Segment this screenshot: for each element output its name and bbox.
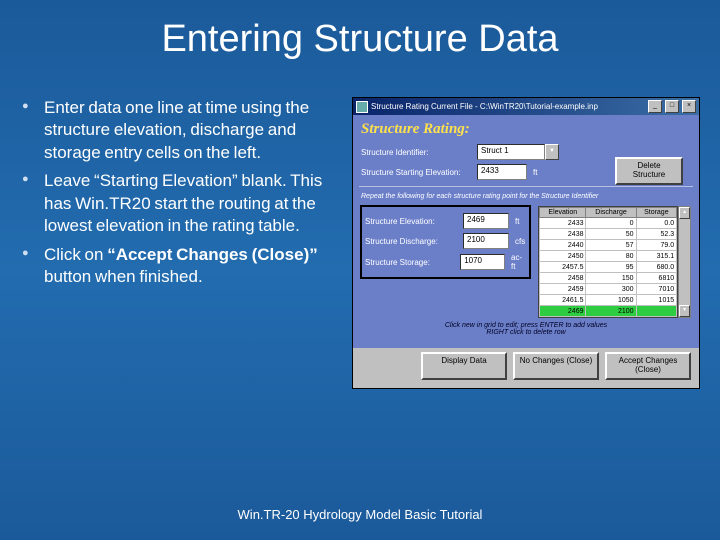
- no-changes-button[interactable]: No Changes (Close): [513, 352, 599, 380]
- rating-table[interactable]: Elevation Discharge Storage 243300.0 243…: [538, 206, 691, 318]
- start-elev-input[interactable]: 2433: [477, 164, 527, 180]
- table-row: 2457.595680.0: [540, 262, 677, 273]
- col-storage: Storage: [636, 208, 677, 218]
- col-discharge: Discharge: [586, 208, 636, 218]
- scrollbar[interactable]: ▲ ▼: [678, 206, 691, 318]
- maximize-icon[interactable]: □: [665, 100, 679, 113]
- table-row-highlight: 24692100: [540, 306, 677, 317]
- store-input[interactable]: 1070: [460, 254, 505, 270]
- elev-label: Structure Elevation:: [365, 217, 457, 226]
- id-combo[interactable]: Struct 1: [477, 144, 545, 160]
- table-row: 24593007010: [540, 284, 677, 295]
- bullet-2: Leave “Starting Elevation” blank. This h…: [40, 170, 340, 237]
- close-icon[interactable]: ×: [682, 100, 696, 113]
- elev-unit: ft: [515, 217, 519, 226]
- delete-structure-button[interactable]: Delete Structure: [615, 157, 683, 185]
- slide-title: Entering Structure Data: [0, 0, 720, 69]
- chevron-down-icon[interactable]: ▼: [545, 144, 559, 160]
- disch-label: Structure Discharge:: [365, 237, 457, 246]
- disch-unit: cfs: [515, 237, 525, 246]
- window-titlebar: Structure Rating Current File - C:\WinTR…: [353, 98, 699, 115]
- slide-footer: Win.TR-20 Hydrology Model Basic Tutorial: [0, 507, 720, 522]
- bold-accept: “Accept Changes (Close)”: [107, 245, 318, 264]
- store-label: Structure Storage:: [365, 258, 454, 267]
- table-row: 243300.0: [540, 218, 677, 229]
- display-data-button[interactable]: Display Data: [421, 352, 507, 380]
- table-row: 245080315.1: [540, 251, 677, 262]
- start-elev-unit: ft: [533, 168, 537, 177]
- table-row: 24405779.0: [540, 240, 677, 251]
- table-row: 24581506810: [540, 273, 677, 284]
- screenshot-window: Structure Rating Current File - C:\WinTR…: [352, 97, 700, 389]
- table-row: 2461.510501015: [540, 295, 677, 306]
- bullet-1: Enter data one line at time using the st…: [40, 97, 340, 164]
- table-row: 24385052.3: [540, 229, 677, 240]
- scroll-down-icon[interactable]: ▼: [679, 305, 690, 317]
- window-title-text: Structure Rating Current File - C:\WinTR…: [371, 102, 598, 111]
- disch-input[interactable]: 2100: [463, 233, 509, 249]
- col-elevation: Elevation: [540, 208, 586, 218]
- bullet-3: Click on “Accept Changes (Close)” button…: [40, 244, 340, 289]
- bullet-list: Enter data one line at time using the st…: [20, 97, 340, 389]
- app-icon: [356, 101, 368, 113]
- repeat-instruction: Repeat the following for each structure …: [361, 193, 691, 200]
- accept-changes-button[interactable]: Accept Changes (Close): [605, 352, 691, 380]
- slide-content: Enter data one line at time using the st…: [0, 69, 720, 389]
- form-heading: Structure Rating:: [361, 121, 691, 138]
- store-unit: ac-ft: [511, 253, 526, 271]
- scroll-up-icon[interactable]: ▲: [679, 207, 690, 219]
- start-elev-label: Structure Starting Elevation:: [361, 168, 471, 177]
- id-label: Structure Identifier:: [361, 148, 471, 157]
- grid-hint: Click new in grid to edit; press ENTER t…: [361, 322, 691, 336]
- elev-input[interactable]: 2469: [463, 213, 509, 229]
- minimize-icon[interactable]: _: [648, 100, 662, 113]
